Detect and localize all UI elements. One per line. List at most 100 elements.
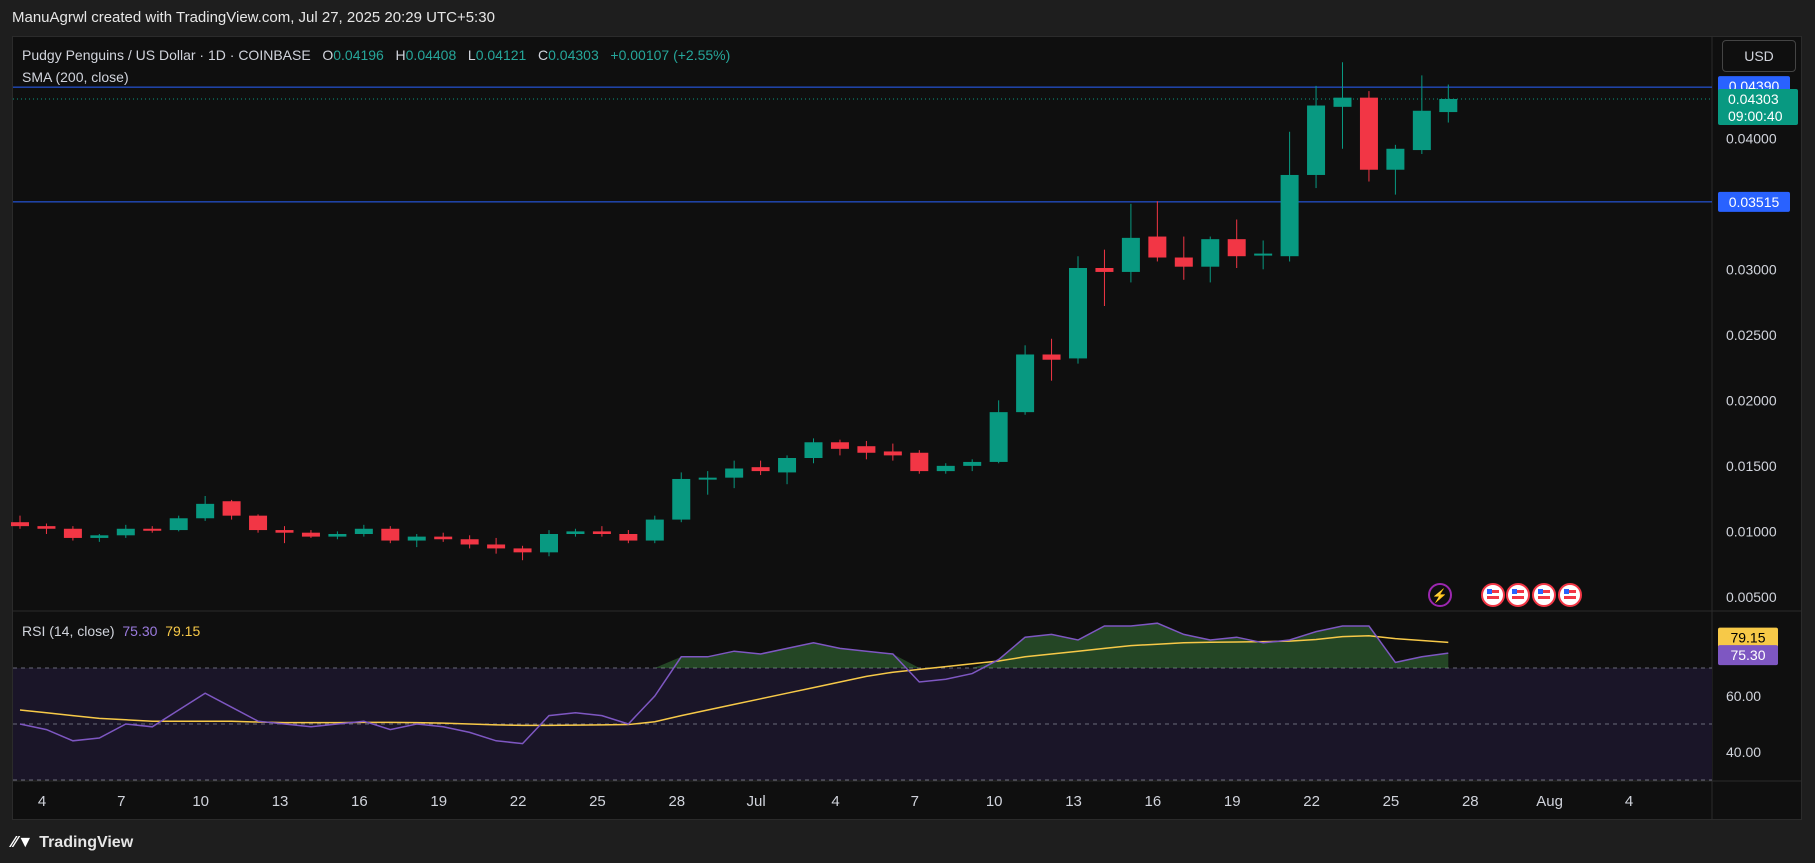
candle-body[interactable] — [672, 478, 691, 520]
candle-body[interactable] — [1280, 174, 1299, 257]
candle-body[interactable] — [301, 532, 320, 537]
time-axis-tick-label: Aug — [1536, 793, 1563, 810]
candle-body[interactable] — [1121, 237, 1140, 272]
time-axis-tick-label: Jul — [747, 793, 766, 810]
us-flag-event-icon[interactable] — [1558, 583, 1582, 607]
currency-button[interactable]: USD — [1722, 40, 1796, 72]
candle-body[interactable] — [725, 468, 744, 478]
candle-body[interactable] — [830, 442, 849, 449]
candle-body[interactable] — [1359, 97, 1378, 170]
candle-body[interactable] — [11, 522, 29, 527]
time-axis-tick-label: 10 — [192, 793, 209, 810]
candle-body[interactable] — [963, 461, 982, 466]
candle-body[interactable] — [857, 446, 876, 453]
price-axis-tick-label: 0.01500 — [1726, 458, 1777, 474]
flag-stripe — [1512, 596, 1524, 599]
candle-body[interactable] — [1201, 239, 1220, 267]
time-axis-tick-label: 13 — [1065, 793, 1082, 810]
flag-canton — [1512, 589, 1517, 594]
candle-body[interactable] — [328, 534, 347, 537]
candle-body[interactable] — [275, 530, 294, 533]
rsi-indicator-label[interactable]: RSI (14, close) — [22, 623, 115, 639]
time-axis-tick-label: 19 — [1224, 793, 1241, 810]
price-legend: Pudgy Penguins / US Dollar · 1D · COINBA… — [22, 44, 730, 88]
bar-countdown-label: 09:00:40 — [1728, 108, 1783, 124]
candle-body[interactable] — [222, 501, 241, 516]
high-label: H — [395, 47, 406, 63]
candle-body[interactable] — [1174, 257, 1193, 267]
rsi-legend-value: 75.30 — [122, 623, 158, 639]
candle-body[interactable] — [540, 534, 558, 553]
us-flag-event-icon[interactable] — [1532, 583, 1556, 607]
candle-body[interactable] — [910, 452, 929, 472]
candle-body[interactable] — [434, 536, 453, 540]
candle-body[interactable] — [90, 535, 109, 538]
candle-body[interactable] — [1095, 268, 1114, 272]
time-axis-tick-label: 4 — [1625, 793, 1633, 810]
candle-body[interactable] — [751, 467, 770, 472]
candle-body[interactable] — [381, 528, 400, 541]
candle-body[interactable] — [354, 528, 373, 534]
candle-body[interactable] — [169, 518, 188, 531]
time-axis-tick-label: 22 — [1303, 793, 1320, 810]
rsi-axis-tick-label: 40.00 — [1726, 744, 1761, 760]
candle-body[interactable] — [407, 536, 426, 541]
rsi-overbought-fill — [20, 623, 1449, 668]
candle-body[interactable] — [37, 526, 56, 529]
flag-stripe — [1564, 596, 1576, 599]
low-value: 0.04121 — [475, 47, 527, 63]
candle-body[interactable] — [1069, 268, 1087, 359]
open-label: O — [322, 47, 334, 63]
tradingview-logo-icon[interactable]: ⁄⁄▼ — [12, 834, 33, 851]
rsi-ma-legend-value: 79.15 — [165, 623, 201, 639]
rsi-ma-badge-label: 79.15 — [1730, 630, 1765, 646]
candle-body[interactable] — [1412, 110, 1431, 151]
candle-body[interactable] — [645, 519, 664, 541]
rsi-axis-tick-label: 60.00 — [1726, 688, 1761, 704]
candle-body[interactable] — [1227, 239, 1246, 257]
time-axis-tick-label: 13 — [272, 793, 289, 810]
time-axis-tick-label: 16 — [1145, 793, 1162, 810]
candle-body[interactable] — [804, 442, 823, 458]
candle-body[interactable] — [460, 539, 479, 545]
price-axis-tick-label: 0.04000 — [1726, 130, 1777, 146]
candle-body[interactable] — [116, 528, 135, 536]
candle-body[interactable] — [513, 548, 532, 553]
candle-body[interactable] — [619, 534, 638, 541]
candle-body[interactable] — [883, 451, 902, 456]
symbol-title[interactable]: Pudgy Penguins / US Dollar · 1D · COINBA… — [22, 47, 311, 63]
price-axis-tick-label: 0.03000 — [1726, 261, 1777, 277]
candle-body[interactable] — [1042, 354, 1061, 360]
candle-body[interactable] — [1439, 98, 1458, 113]
rsi-badge-label: 75.30 — [1730, 647, 1765, 663]
candle-body[interactable] — [487, 544, 506, 549]
time-axis-tick-label: 4 — [38, 793, 46, 810]
candle-body[interactable] — [63, 528, 82, 538]
flag-canton — [1538, 589, 1543, 594]
candle-body[interactable] — [936, 465, 955, 472]
brand-name[interactable]: TradingView — [39, 834, 133, 851]
candle-body[interactable] — [143, 528, 162, 531]
sma-indicator-label[interactable]: SMA (200, close) — [22, 69, 129, 85]
flag-canton — [1564, 589, 1569, 594]
candle-body[interactable] — [1016, 354, 1035, 413]
us-flag-event-icon[interactable] — [1506, 583, 1530, 607]
time-axis-tick-label: 28 — [668, 793, 685, 810]
candle-body[interactable] — [196, 503, 215, 519]
candle-body[interactable] — [1254, 253, 1273, 256]
candle-body[interactable] — [592, 531, 611, 534]
candle-body[interactable] — [989, 412, 1008, 462]
candle-body[interactable] — [698, 477, 717, 480]
rsi-legend: RSI (14, close) 75.30 79.15 — [22, 623, 200, 639]
candle-body[interactable] — [249, 515, 268, 531]
candle-body[interactable] — [1333, 97, 1352, 107]
candle-body[interactable] — [1307, 105, 1326, 175]
time-axis-tick-label: 7 — [911, 793, 919, 810]
chart-canvas[interactable]: 0.00500 0.01000 0.01500 0.02000 0.02500 0.030… — [0, 0, 1815, 863]
price-axis-tick-label: 0.00500 — [1726, 589, 1777, 605]
candle-body[interactable] — [1148, 236, 1167, 258]
candle-body[interactable] — [778, 458, 797, 473]
candle-body[interactable] — [1386, 148, 1405, 170]
candle-body[interactable] — [566, 531, 585, 534]
us-flag-event-icon[interactable] — [1481, 583, 1505, 607]
